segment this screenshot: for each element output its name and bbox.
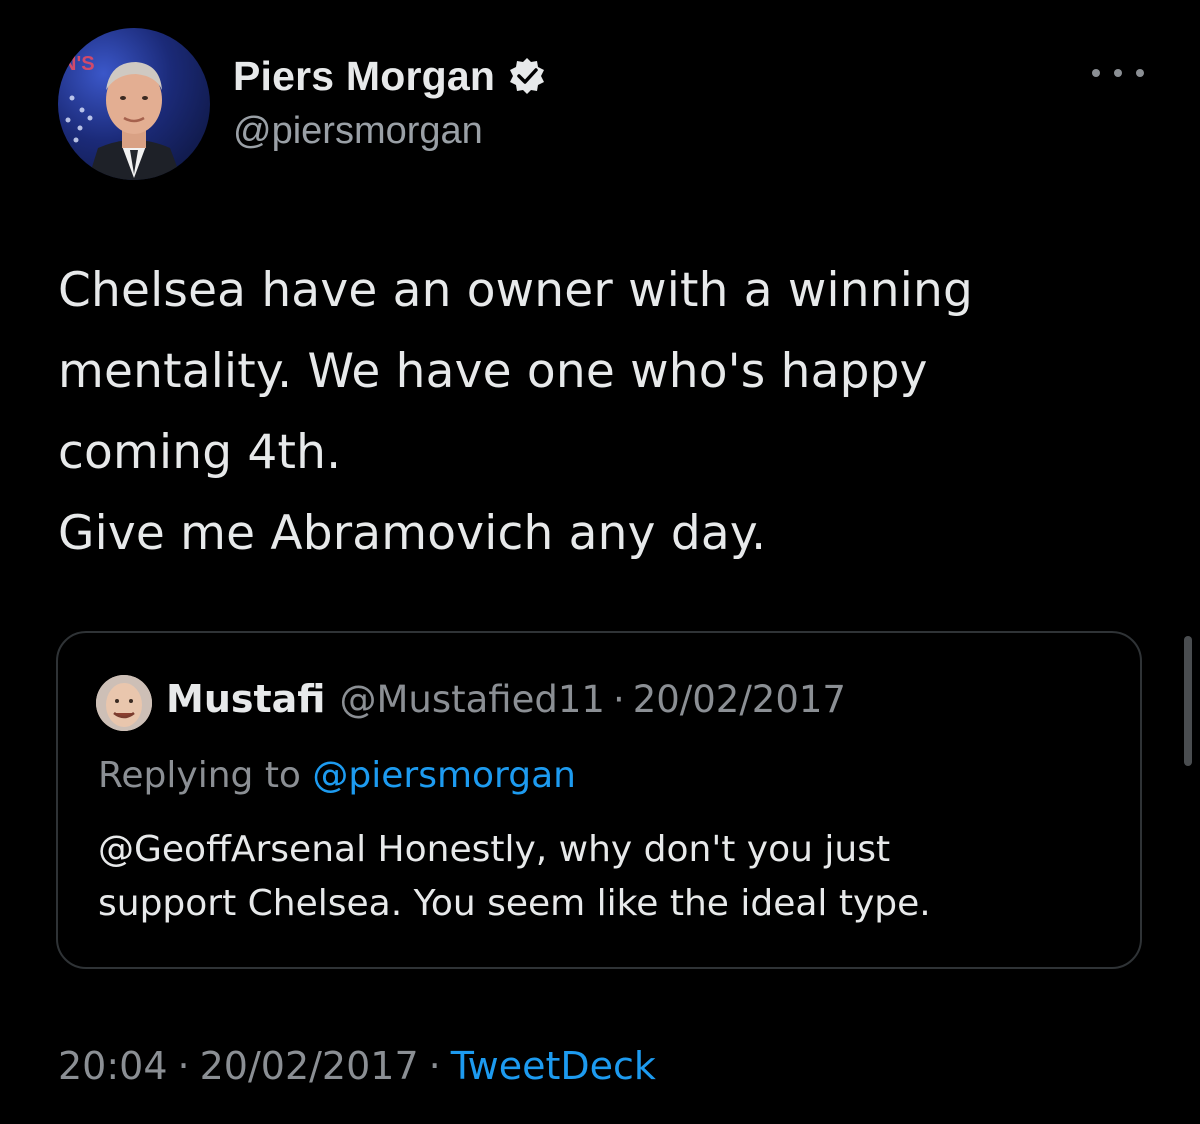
quoted-tweet[interactable]: Mustafi @Mustafied11 · 20/02/2017 Replyi… <box>56 631 1142 969</box>
tweet-text: Chelsea have an owner with a winning men… <box>58 263 974 561</box>
replying-prefix: Replying to <box>98 755 313 796</box>
more-dot <box>1092 69 1100 77</box>
footer-separator: · <box>177 1044 190 1088</box>
tweet-card: N'S Piers Morgan @piersmorgan Chelsea ha… <box>0 0 1200 1124</box>
tweet-date[interactable]: 20/02/2017 <box>200 1044 419 1088</box>
more-dot <box>1114 69 1122 77</box>
author-name-row: Piers Morgan <box>233 50 547 102</box>
scrollbar[interactable] <box>1184 636 1192 766</box>
tweet-source-link[interactable]: TweetDeck <box>451 1044 656 1088</box>
quoted-header: Mustafi @Mustafied11 · 20/02/2017 <box>166 677 846 721</box>
verified-badge-icon <box>507 56 547 96</box>
author-handle[interactable]: @piersmorgan <box>233 110 483 153</box>
footer-separator: · <box>428 1044 441 1088</box>
quoted-author-avatar[interactable] <box>96 675 152 731</box>
quoted-profile-photo-icon <box>96 675 152 731</box>
replying-mention-link[interactable]: @piersmorgan <box>312 755 576 796</box>
quoted-handle[interactable]: @Mustafied11 <box>339 678 604 721</box>
more-dot <box>1136 69 1144 77</box>
author-display-name[interactable]: Piers Morgan <box>233 53 495 100</box>
quoted-tweet-text: @GeoffArsenal Honestly, why don't you ju… <box>98 829 931 924</box>
tweet-footer: 20:04 · 20/02/2017 · TweetDeck <box>58 1044 656 1088</box>
quoted-replying-to: Replying to @piersmorgan <box>98 755 576 796</box>
tweet-time[interactable]: 20:04 <box>58 1044 168 1088</box>
backdrop-letters: N'S <box>62 53 95 75</box>
more-horizontal-icon[interactable] <box>1092 60 1144 86</box>
quoted-separator: · <box>612 678 625 721</box>
quoted-display-name[interactable]: Mustafi <box>166 677 325 721</box>
author-avatar[interactable]: N'S <box>58 28 210 180</box>
profile-photo-icon: N'S <box>62 53 182 180</box>
quoted-date[interactable]: 20/02/2017 <box>633 678 846 721</box>
